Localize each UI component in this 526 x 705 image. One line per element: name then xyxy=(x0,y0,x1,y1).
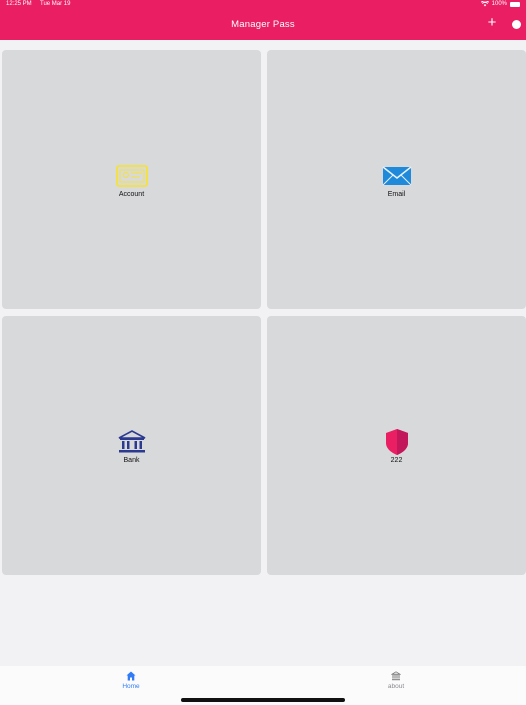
tab-home[interactable]: Home xyxy=(101,671,161,690)
app-header: 12:25 PM Tue Mar 19 100% Manager Pass + xyxy=(0,0,526,40)
add-button[interactable]: + xyxy=(485,15,499,30)
status-date: Tue Mar 19 xyxy=(40,1,71,7)
card-label: Account xyxy=(118,191,145,198)
bank-icon xyxy=(391,671,401,681)
battery-icon xyxy=(510,1,520,7)
bank-icon xyxy=(118,430,145,453)
shield-icon xyxy=(385,429,408,455)
home-icon xyxy=(126,671,136,681)
battery-percent: 100% xyxy=(491,1,507,7)
card-email[interactable]: Email xyxy=(267,50,526,309)
envelope-icon xyxy=(382,166,411,186)
wifi-icon xyxy=(480,1,489,7)
card-label: Bank xyxy=(123,457,140,464)
status-indicators: 100% xyxy=(480,1,520,7)
tab-label: about xyxy=(387,683,405,690)
tab-about[interactable]: about xyxy=(366,671,426,690)
card-account[interactable]: Account xyxy=(2,50,261,309)
status-bar: 12:25 PM Tue Mar 19 100% xyxy=(0,0,526,10)
menu-dot-button[interactable] xyxy=(512,20,521,29)
status-time: 12:25 PM xyxy=(6,1,32,7)
card-label: Email xyxy=(387,191,406,198)
tab-label: Home xyxy=(122,683,140,690)
card-label: 222 xyxy=(390,457,403,464)
home-indicator xyxy=(181,698,345,702)
card-bank[interactable]: Bank xyxy=(2,316,261,575)
card-222[interactable]: 222 xyxy=(267,316,526,575)
id-card-icon xyxy=(115,165,148,187)
page-title: Manager Pass xyxy=(231,19,295,30)
